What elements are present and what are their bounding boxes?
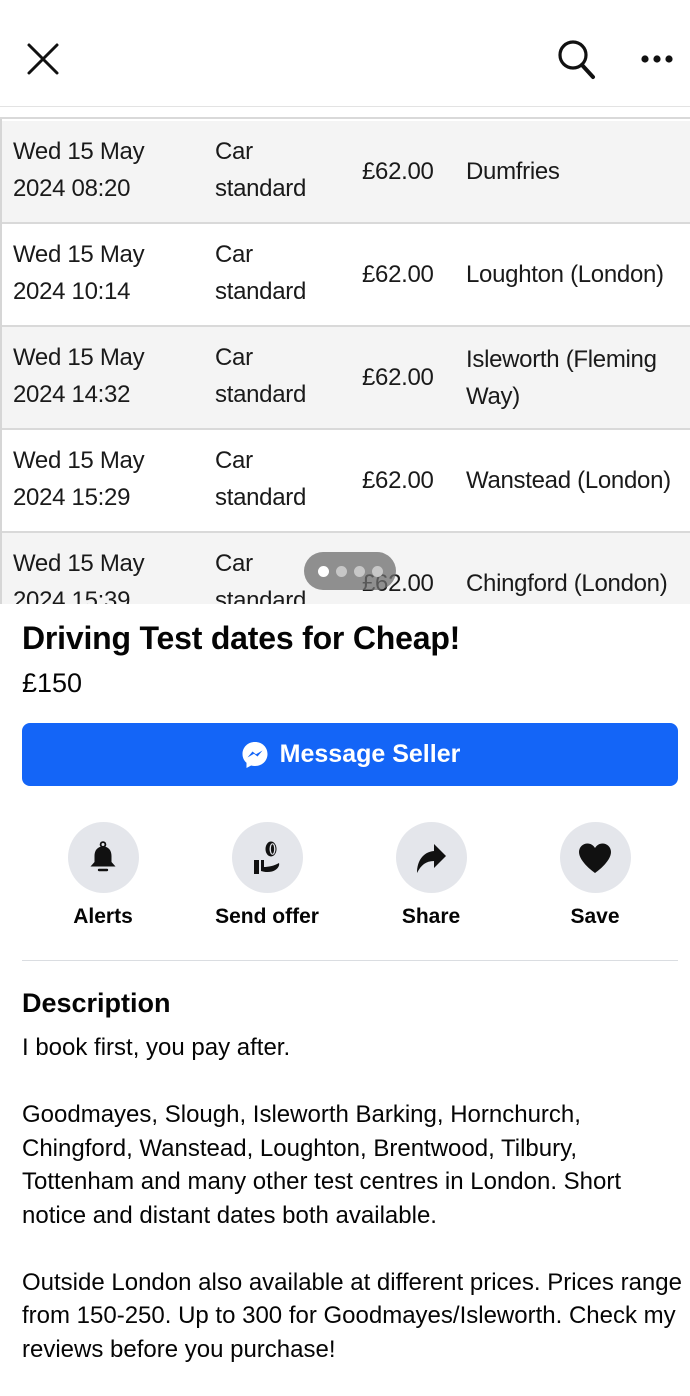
- row-price: £62.00: [362, 158, 434, 185]
- row-type: Car standard: [215, 133, 355, 207]
- messenger-icon: [242, 741, 268, 768]
- date-line: Wed 15 May: [13, 447, 145, 474]
- type-line: standard: [215, 175, 306, 202]
- date-line: Wed 15 May: [13, 138, 145, 165]
- pager-dot[interactable]: [335, 565, 347, 577]
- save-label: Save: [570, 905, 620, 928]
- row-type: Car standard: [215, 442, 355, 516]
- test-dates-table: Wed 15 May 2024 08:20 Car standard £62.00 …: [2, 121, 690, 604]
- table-row: Wed 15 May 2024 15:29 Car standard £62.00 …: [2, 430, 690, 533]
- top-bar: [0, 0, 690, 106]
- row-centre: Isleworth (Fleming Way): [466, 345, 657, 410]
- close-icon: [27, 43, 59, 75]
- listing-price: £150: [22, 668, 83, 698]
- alerts-button[interactable]: Alerts: [33, 822, 173, 929]
- photo-pager[interactable]: [304, 552, 396, 590]
- table-row: Wed 15 May 2024 08:20 Car standard £62.00 …: [2, 121, 690, 224]
- type-line: standard: [215, 278, 306, 305]
- message-seller-label: Message Seller: [279, 740, 461, 768]
- row-centre: Dumfries: [466, 158, 560, 185]
- type-line: standard: [215, 381, 306, 408]
- send-offer-label: Send offer: [215, 905, 319, 928]
- type-line: Car: [215, 447, 253, 474]
- more-options-button[interactable]: [634, 36, 680, 82]
- send-offer-circle: [231, 822, 303, 893]
- description-body: I book first, you pay after. Goodmayes, …: [22, 1034, 682, 1363]
- type-line: Car: [215, 138, 253, 165]
- pager-dot[interactable]: [371, 565, 383, 577]
- time-line: 2024 15:39: [13, 587, 131, 604]
- row-price: £62.00: [362, 261, 434, 288]
- time-line: 2024 14:32: [13, 381, 131, 408]
- share-button[interactable]: Share: [361, 822, 501, 929]
- search-icon: [558, 40, 595, 79]
- description-heading: Description: [22, 988, 171, 1018]
- alerts-label: Alerts: [73, 905, 133, 928]
- time-line: 2024 15:29: [13, 484, 131, 511]
- date-line: Wed 15 May: [13, 344, 145, 371]
- row-type: Car standard: [215, 236, 355, 310]
- alerts-circle: [67, 822, 139, 893]
- more-horizontal-icon: [641, 55, 673, 63]
- photo-table-header-strip: [0, 107, 690, 119]
- type-line: Car: [215, 241, 253, 268]
- listing-photo[interactable]: Wed 15 May 2024 08:20 Car standard £62.00 …: [0, 106, 690, 604]
- search-button[interactable]: [554, 36, 600, 82]
- close-button[interactable]: [20, 36, 66, 82]
- row-centre: Loughton (London): [466, 261, 664, 288]
- section-divider: [22, 960, 678, 961]
- row-date: Wed 15 May 2024 14:32: [13, 339, 203, 413]
- type-line: Car: [215, 344, 253, 371]
- row-type: Car standard: [215, 339, 355, 413]
- share-label: Share: [401, 905, 461, 928]
- date-line: Wed 15 May: [13, 550, 145, 577]
- row-price: £62.00: [362, 467, 434, 494]
- heart-icon: [579, 843, 611, 873]
- table-row: Wed 15 May 2024 10:14 Car standard £62.00 …: [2, 224, 690, 327]
- message-seller-button[interactable]: Message Seller: [22, 723, 678, 786]
- row-centre: Wanstead (London): [466, 467, 671, 494]
- action-bar: Alerts Send offer Share Save: [22, 822, 678, 932]
- offer-hand-coin-icon: [254, 841, 280, 874]
- row-date: Wed 15 May 2024 15:39: [13, 545, 203, 604]
- save-button[interactable]: Save: [525, 822, 665, 929]
- share-circle: [395, 822, 467, 893]
- row-date: Wed 15 May 2024 08:20: [13, 133, 203, 207]
- pager-dot[interactable]: [353, 565, 365, 577]
- save-circle: [559, 822, 631, 893]
- send-offer-button[interactable]: Send offer: [197, 822, 337, 929]
- row-price: £62.00: [362, 364, 434, 391]
- bell-icon: [90, 840, 116, 871]
- row-centre: Chingford (London): [466, 570, 668, 597]
- time-line: 2024 10:14: [13, 278, 131, 305]
- share-arrow-icon: [417, 843, 446, 873]
- time-line: 2024 08:20: [13, 175, 131, 202]
- date-line: Wed 15 May: [13, 241, 145, 268]
- table-row: Wed 15 May 2024 14:32 Car standard £62.00 …: [2, 327, 690, 430]
- type-line: standard: [215, 484, 306, 511]
- row-date: Wed 15 May 2024 10:14: [13, 236, 203, 310]
- listing-title: Driving Test dates for Cheap!: [22, 620, 461, 656]
- row-date: Wed 15 May 2024 15:29: [13, 442, 203, 516]
- pager-dot-active[interactable]: [317, 565, 329, 577]
